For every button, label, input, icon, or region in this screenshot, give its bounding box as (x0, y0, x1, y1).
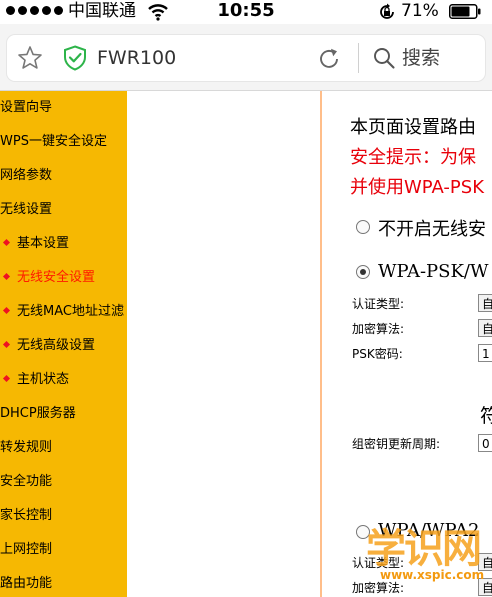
radio-disable-security[interactable] (356, 220, 370, 234)
option-wpa-psk-label: WPA-PSK/W (378, 261, 489, 282)
sidebar-item[interactable]: 家长控制 (0, 508, 52, 524)
sidebar-item-label: 安全功能 (0, 474, 53, 489)
status-bar: 中国联通 10:55 71% (0, 0, 492, 24)
sidebar-item-label: 无线高级设置 (17, 338, 96, 353)
address-bar[interactable]: FWR100 搜索 (7, 35, 485, 81)
sidebar-item[interactable]: 无线MAC地址过滤 (0, 304, 124, 320)
option-disable-security-label: 不开启无线安 (378, 219, 486, 240)
group-key-period-field[interactable]: 0 (478, 434, 492, 452)
url-text[interactable]: FWR100 (97, 35, 176, 81)
sidebar-item[interactable]: 无线设置 (0, 202, 52, 218)
search-icon[interactable] (373, 47, 395, 69)
sidebar-item[interactable]: 安全功能 (0, 474, 52, 490)
sidebar-item[interactable]: 无线高级设置 (0, 338, 95, 354)
sidebar-item-label: DHCP服务器 (0, 406, 76, 421)
sidebar-item-label: 主机状态 (17, 372, 70, 387)
toolbar-divider (358, 43, 359, 73)
bullet-icon (2, 374, 11, 383)
sidebar-item-label: 网络参数 (0, 168, 53, 183)
psk-password-label: PSK密码: (352, 347, 403, 361)
sidebar-item-label: 路由功能 (0, 576, 53, 591)
sidebar-item-label: 设置向导 (0, 100, 53, 115)
watermark-text: 学识网 (366, 526, 482, 572)
watermark-url: www.xspic.com (380, 568, 485, 582)
sidebar-item[interactable]: WPS一键安全设定 (0, 134, 107, 150)
sidebar-item[interactable]: 主机状态 (0, 372, 69, 388)
page-description: 本页面设置路由 (350, 117, 476, 138)
encryption-label: 加密算法: (352, 322, 405, 336)
radio-wpa-psk[interactable] (356, 265, 370, 279)
sidebar-item[interactable]: 上网控制 (0, 542, 52, 558)
auth-type-label: 认证类型: (352, 297, 405, 311)
bookmark-star-icon[interactable] (17, 45, 43, 71)
sidebar-item[interactable]: 设置向导 (0, 100, 52, 116)
sidebar-item-label: WPS一键安全设定 (0, 134, 107, 149)
sidebar-item[interactable]: DHCP服务器 (0, 406, 76, 422)
encryption-select[interactable]: 自 (478, 319, 492, 337)
sidebar-menu: 设置向导 WPS一键安全设定 网络参数无线设置基本设置无线安全设置无线MAC地址过滤… (0, 91, 127, 597)
secure-shield-icon (64, 45, 86, 71)
bullet-icon (2, 238, 11, 247)
watermark-logo: 学识网 www.xspic.com (366, 516, 492, 597)
bullet-icon (2, 272, 11, 281)
sidebar-item[interactable]: 基本设置 (0, 236, 69, 252)
sidebar-item-label: 无线安全设置 (17, 270, 96, 285)
auth-type-select[interactable]: 自 (478, 294, 492, 312)
battery-icon (449, 4, 481, 19)
security-tip-line-1: 安全提示：为保 (350, 147, 476, 168)
sidebar-item-label: 家长控制 (0, 508, 53, 523)
sidebar-item[interactable]: 无线安全设置 (0, 270, 95, 286)
sidebar-item-label: 无线MAC地址过滤 (17, 304, 124, 319)
browser-toolbar: FWR100 搜索 (0, 24, 492, 91)
reload-icon[interactable] (316, 46, 342, 72)
sidebar-item-label: 无线设置 (0, 202, 53, 217)
battery-percentage: 71% (401, 1, 439, 21)
sidebar-item[interactable]: 路由功能 (0, 576, 52, 592)
sidebar-item-label: 上网控制 (0, 542, 53, 557)
bullet-icon (2, 340, 11, 349)
sidebar-item[interactable]: 转发规则 (0, 440, 52, 456)
blank-frame (127, 91, 320, 597)
search-button[interactable]: 搜索 (402, 35, 440, 81)
rotation-lock-icon (380, 3, 394, 19)
group-key-period-label: 组密钥更新周期: (352, 437, 441, 451)
psk-password-field[interactable]: 1 (478, 344, 492, 362)
psk-hint-text: 符 (480, 405, 492, 427)
sidebar-item-label: 转发规则 (0, 440, 53, 455)
security-tip-line-2: 并使用WPA-PSK (350, 177, 484, 198)
bullet-icon (2, 306, 11, 315)
sidebar-item[interactable]: 网络参数 (0, 168, 52, 184)
sidebar-item-label: 基本设置 (17, 236, 70, 251)
